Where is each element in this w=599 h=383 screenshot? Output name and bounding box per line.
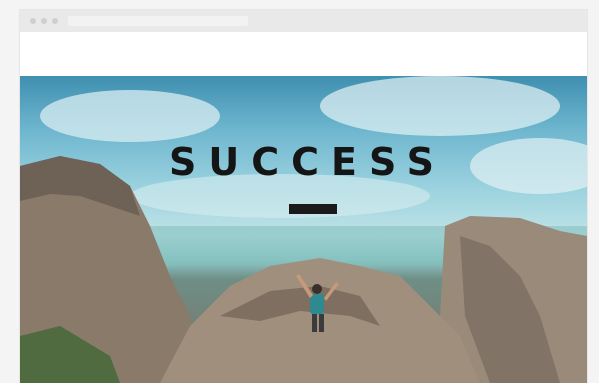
site-header	[20, 32, 587, 76]
browser-window: SUCCESS	[20, 10, 587, 383]
hero-cta-button[interactable]	[289, 204, 337, 214]
hero-background-image	[20, 76, 587, 383]
browser-chrome	[20, 10, 587, 32]
minimize-window-icon[interactable]	[41, 18, 47, 24]
browser-tab[interactable]	[68, 16, 248, 26]
hero-title: SUCCESS	[169, 140, 446, 184]
hero-banner: SUCCESS	[20, 76, 587, 383]
maximize-window-icon[interactable]	[52, 18, 58, 24]
close-window-icon[interactable]	[30, 18, 36, 24]
window-controls	[30, 18, 58, 24]
